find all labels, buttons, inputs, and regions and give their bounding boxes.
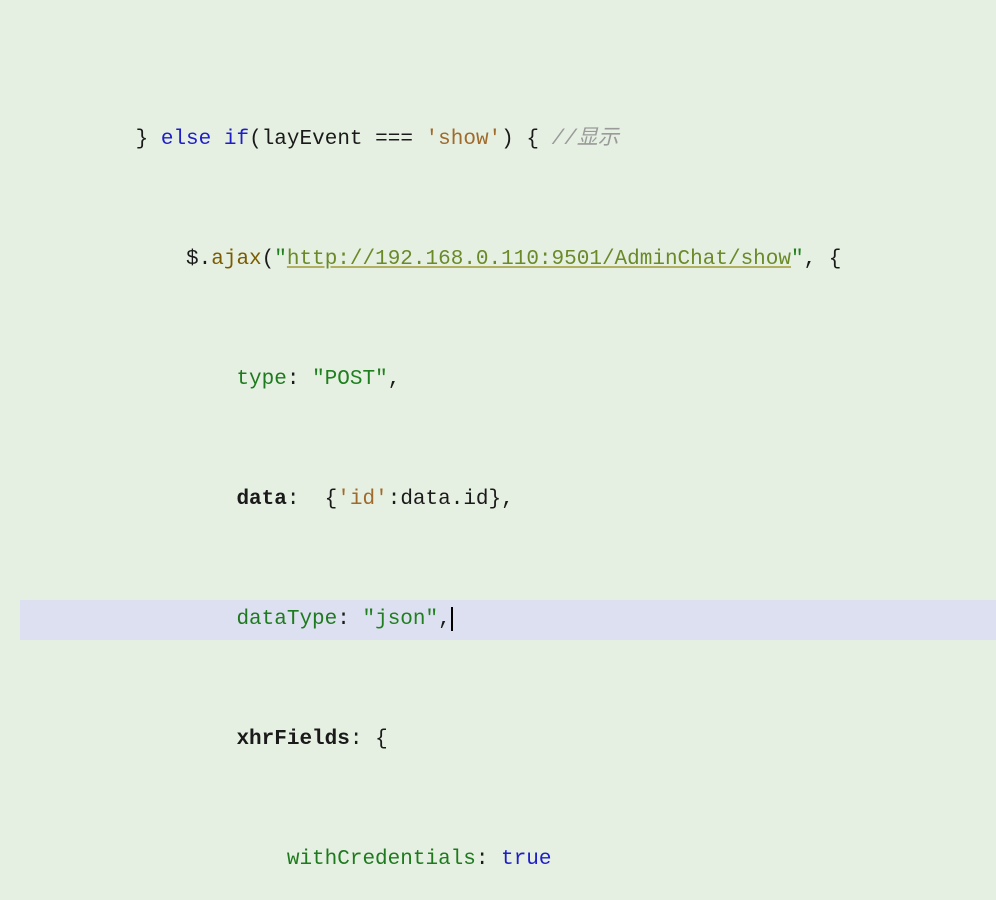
identifier: layEvent xyxy=(262,128,363,151)
code-editor[interactable]: } else if(layEvent === 'show') { //显示 $.… xyxy=(0,0,996,900)
keyword-if: if xyxy=(224,128,249,151)
code-line: } else if(layEvent === 'show') { //显示 xyxy=(0,120,996,160)
property: xhrFields xyxy=(236,728,349,751)
code-line: type: "POST", xyxy=(0,360,996,400)
keyword-true: true xyxy=(501,848,551,871)
gutter xyxy=(0,0,20,900)
code-line: $.ajax("http://192.168.0.110:9501/AdminC… xyxy=(0,240,996,280)
code-line-active: dataType: "json", xyxy=(0,600,996,640)
code-line: data: {'id':data.id}, xyxy=(0,480,996,520)
cursor-icon xyxy=(451,607,453,631)
identifier: $ xyxy=(186,248,199,271)
string-literal: "POST" xyxy=(312,368,388,391)
method: ajax xyxy=(211,248,261,271)
property: data xyxy=(236,488,286,511)
property: withCredentials xyxy=(287,848,476,871)
url-literal: http://192.168.0.110:9501/AdminChat/show xyxy=(287,248,791,271)
code-line: withCredentials: true xyxy=(0,840,996,880)
string-literal: 'show' xyxy=(426,128,502,151)
string-literal: "json" xyxy=(362,608,438,631)
identifier: data.id xyxy=(400,488,488,511)
property: type xyxy=(236,368,286,391)
property: dataType xyxy=(236,608,337,631)
comment: //显示 xyxy=(552,128,619,151)
keyword-else: else xyxy=(161,128,211,151)
code-line: xhrFields: { xyxy=(0,720,996,760)
string-literal: 'id' xyxy=(337,488,387,511)
operator: === xyxy=(363,128,426,151)
